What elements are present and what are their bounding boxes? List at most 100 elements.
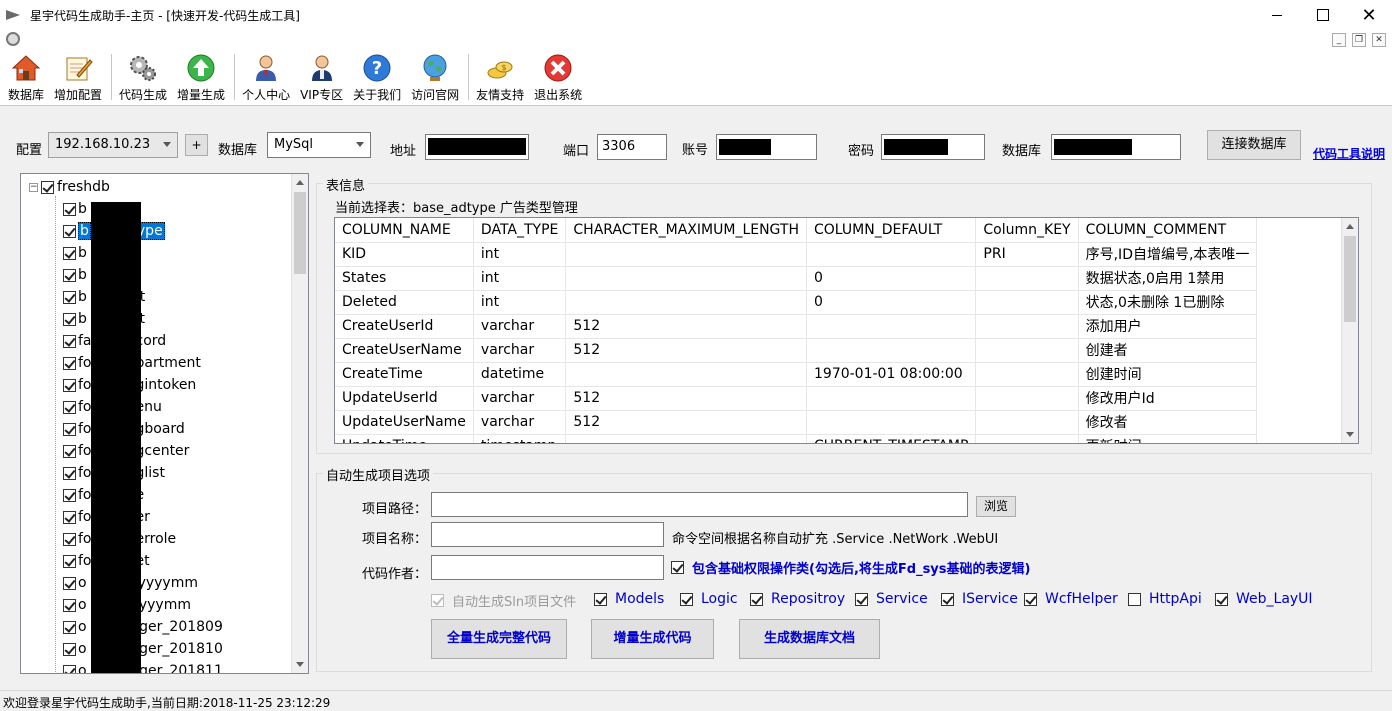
password-field[interactable] [881,134,985,160]
tree-node[interactable]: o ager_201811 [63,662,223,673]
tree-node-checkbox[interactable] [63,466,76,480]
grid-row[interactable]: UpdateUserId varchar 512 修改用户Id [335,386,1258,411]
toolbar-support-button[interactable]: $ 友情支持 [472,50,528,103]
generate-option[interactable]: HttpApi [1128,591,1202,607]
tree-node[interactable]: b [63,200,87,218]
toolbar-profile-button[interactable]: 个人中心 [238,50,294,103]
tree-node-checkbox[interactable] [63,334,76,348]
browse-button[interactable]: 浏览 [976,496,1016,517]
generate-option[interactable]: Repositroy [750,591,845,607]
toolbar-website-button[interactable]: 访问官网 [407,50,463,103]
grid-column-header[interactable]: DATA_TYPE [473,218,567,243]
grid-column-header[interactable]: COLUMN_DEFAULT [806,218,977,243]
maximize-button[interactable] [1300,0,1346,30]
toolbar-add-config-button[interactable]: 增加配置 [50,50,106,103]
toolbar-exit-button[interactable]: 退出系统 [530,50,586,103]
author-input[interactable] [431,555,664,580]
tree-node-checkbox[interactable] [63,312,76,326]
grid-scrollbar[interactable] [1341,218,1358,443]
table-tree[interactable]: − freshdb bbypebnbbntbetfacordfopartment… [20,173,309,674]
generate-option[interactable]: 自动生成Sln项目文件 [431,591,576,610]
address-field[interactable] [425,134,529,160]
grid-row[interactable]: Deleted int 0 状态,0未删除 1已删除 [335,290,1258,315]
tree-node-checkbox[interactable] [63,444,76,458]
tool-help-link[interactable]: 代码工具说明 [1313,145,1385,162]
tree-node[interactable]: o ager_201809 [63,618,223,636]
full-generate-button[interactable]: 全量生成完整代码 [431,619,567,659]
grid-column-header[interactable]: Column_KEY [975,218,1079,243]
tree-root-checkbox[interactable] [41,180,54,194]
grid-column-header[interactable]: CHARACTER_MAXIMUM_LENGTH [565,218,807,243]
scroll-down-icon[interactable] [1346,432,1354,437]
tree-node[interactable]: b [63,266,87,284]
grid-column-header[interactable]: COLUMN_NAME [335,218,474,243]
tree-node-checkbox[interactable] [63,554,76,568]
generate-option-checkbox[interactable] [680,592,693,606]
grid-row[interactable]: UpdateUserName varchar 512 修改者 [335,410,1258,435]
database-field[interactable] [1051,134,1181,160]
tree-node-checkbox[interactable] [63,290,76,304]
generate-option-checkbox[interactable] [750,592,763,606]
grid-row[interactable]: CreateUserName varchar 512 创建者 [335,338,1258,363]
generate-option-checkbox[interactable] [1024,592,1037,606]
toolbar-code-gen-button[interactable]: 代码生成 [115,50,171,103]
tree-node-checkbox[interactable] [63,598,76,612]
project-name-input[interactable] [431,522,664,547]
generate-option[interactable]: IService [941,591,1018,607]
generate-option-checkbox[interactable] [1215,592,1228,606]
scroll-thumb[interactable] [294,192,306,274]
tree-node-checkbox[interactable] [63,488,76,502]
generate-option[interactable]: Logic [680,591,738,607]
close-button[interactable]: ✕ [1346,0,1392,30]
scroll-up-icon[interactable] [1346,224,1354,229]
grid-row[interactable]: CreateTime datetime 1970-01-01 08:00:00 创建时… [335,362,1258,387]
generate-option[interactable]: Service [855,591,928,607]
grid-column-header[interactable]: COLUMN_COMMENT [1078,218,1258,243]
base-permission-checkbox[interactable] [671,561,684,574]
generate-option-checkbox[interactable] [855,592,868,606]
tree-node-checkbox[interactable] [63,202,76,216]
tree-scrollbar[interactable] [291,174,308,673]
tree-node-checkbox[interactable] [63,224,76,238]
grid-row[interactable]: KID int PRI 序号,ID自增编号,本表唯一 [335,242,1258,267]
generate-option[interactable]: Models [594,591,664,607]
generate-option-checkbox[interactable] [594,592,607,606]
mdi-minimize-button[interactable]: _ [1332,33,1346,47]
tree-root[interactable]: − freshdb [29,178,110,196]
grid-row[interactable]: UpdateTimetimestamp CURRENT_TIMESTAMP 更新时间 [335,434,1258,443]
tree-node-checkbox[interactable] [63,532,76,546]
tree-node-checkbox[interactable] [63,268,76,282]
toolbar-database-button[interactable]: 数据库 [4,50,48,103]
toolbar-vip-button[interactable]: VIP专区 [296,50,347,103]
mdi-gear-icon[interactable] [6,32,20,46]
mdi-restore-button[interactable]: ❐ [1352,33,1366,47]
tree-node[interactable]: o ager_201810 [63,640,223,658]
account-field[interactable] [716,134,817,160]
scroll-thumb[interactable] [1344,236,1356,322]
toolbar-incremental-button[interactable]: 增量生成 [173,50,229,103]
tree-node-checkbox[interactable] [63,356,76,370]
project-path-input[interactable] [431,492,968,517]
port-field[interactable]: 3306 [597,134,667,160]
add-config-button[interactable]: + [185,134,208,156]
incremental-generate-button[interactable]: 增量生成代码 [591,619,714,659]
generate-doc-button[interactable]: 生成数据库文档 [739,619,880,659]
scroll-down-icon[interactable] [296,662,304,667]
grid-row[interactable]: CreateUserId varchar 512 添加用户 [335,314,1258,339]
collapse-icon[interactable]: − [29,182,38,192]
generate-option[interactable]: Web_LayUI [1215,591,1313,607]
grid-row[interactable]: States int 0 数据状态,0启用 1禁用 [335,266,1258,291]
generate-option[interactable]: WcfHelper [1024,591,1118,607]
base-permission-option[interactable]: 包含基础权限操作类(勾选后,将生成Fd_sys基础的表逻辑) [671,558,1030,577]
tree-node-checkbox[interactable] [63,422,76,436]
tree-node-checkbox[interactable] [63,510,76,524]
generate-option-checkbox[interactable] [941,592,954,606]
scroll-up-icon[interactable] [296,180,304,185]
mdi-close-button[interactable]: ✕ [1372,33,1386,47]
toolbar-about-button[interactable]: ? 关于我们 [349,50,405,103]
columns-grid[interactable]: COLUMN_NAME DATA_TYPE CHARACTER_MAXIMUM_LE… [334,217,1359,444]
dbtype-select[interactable]: MySql [267,132,371,158]
generate-option-checkbox[interactable] [1128,592,1141,606]
tree-node-checkbox[interactable] [63,576,76,590]
connect-database-button[interactable]: 连接数据库 [1207,130,1301,160]
